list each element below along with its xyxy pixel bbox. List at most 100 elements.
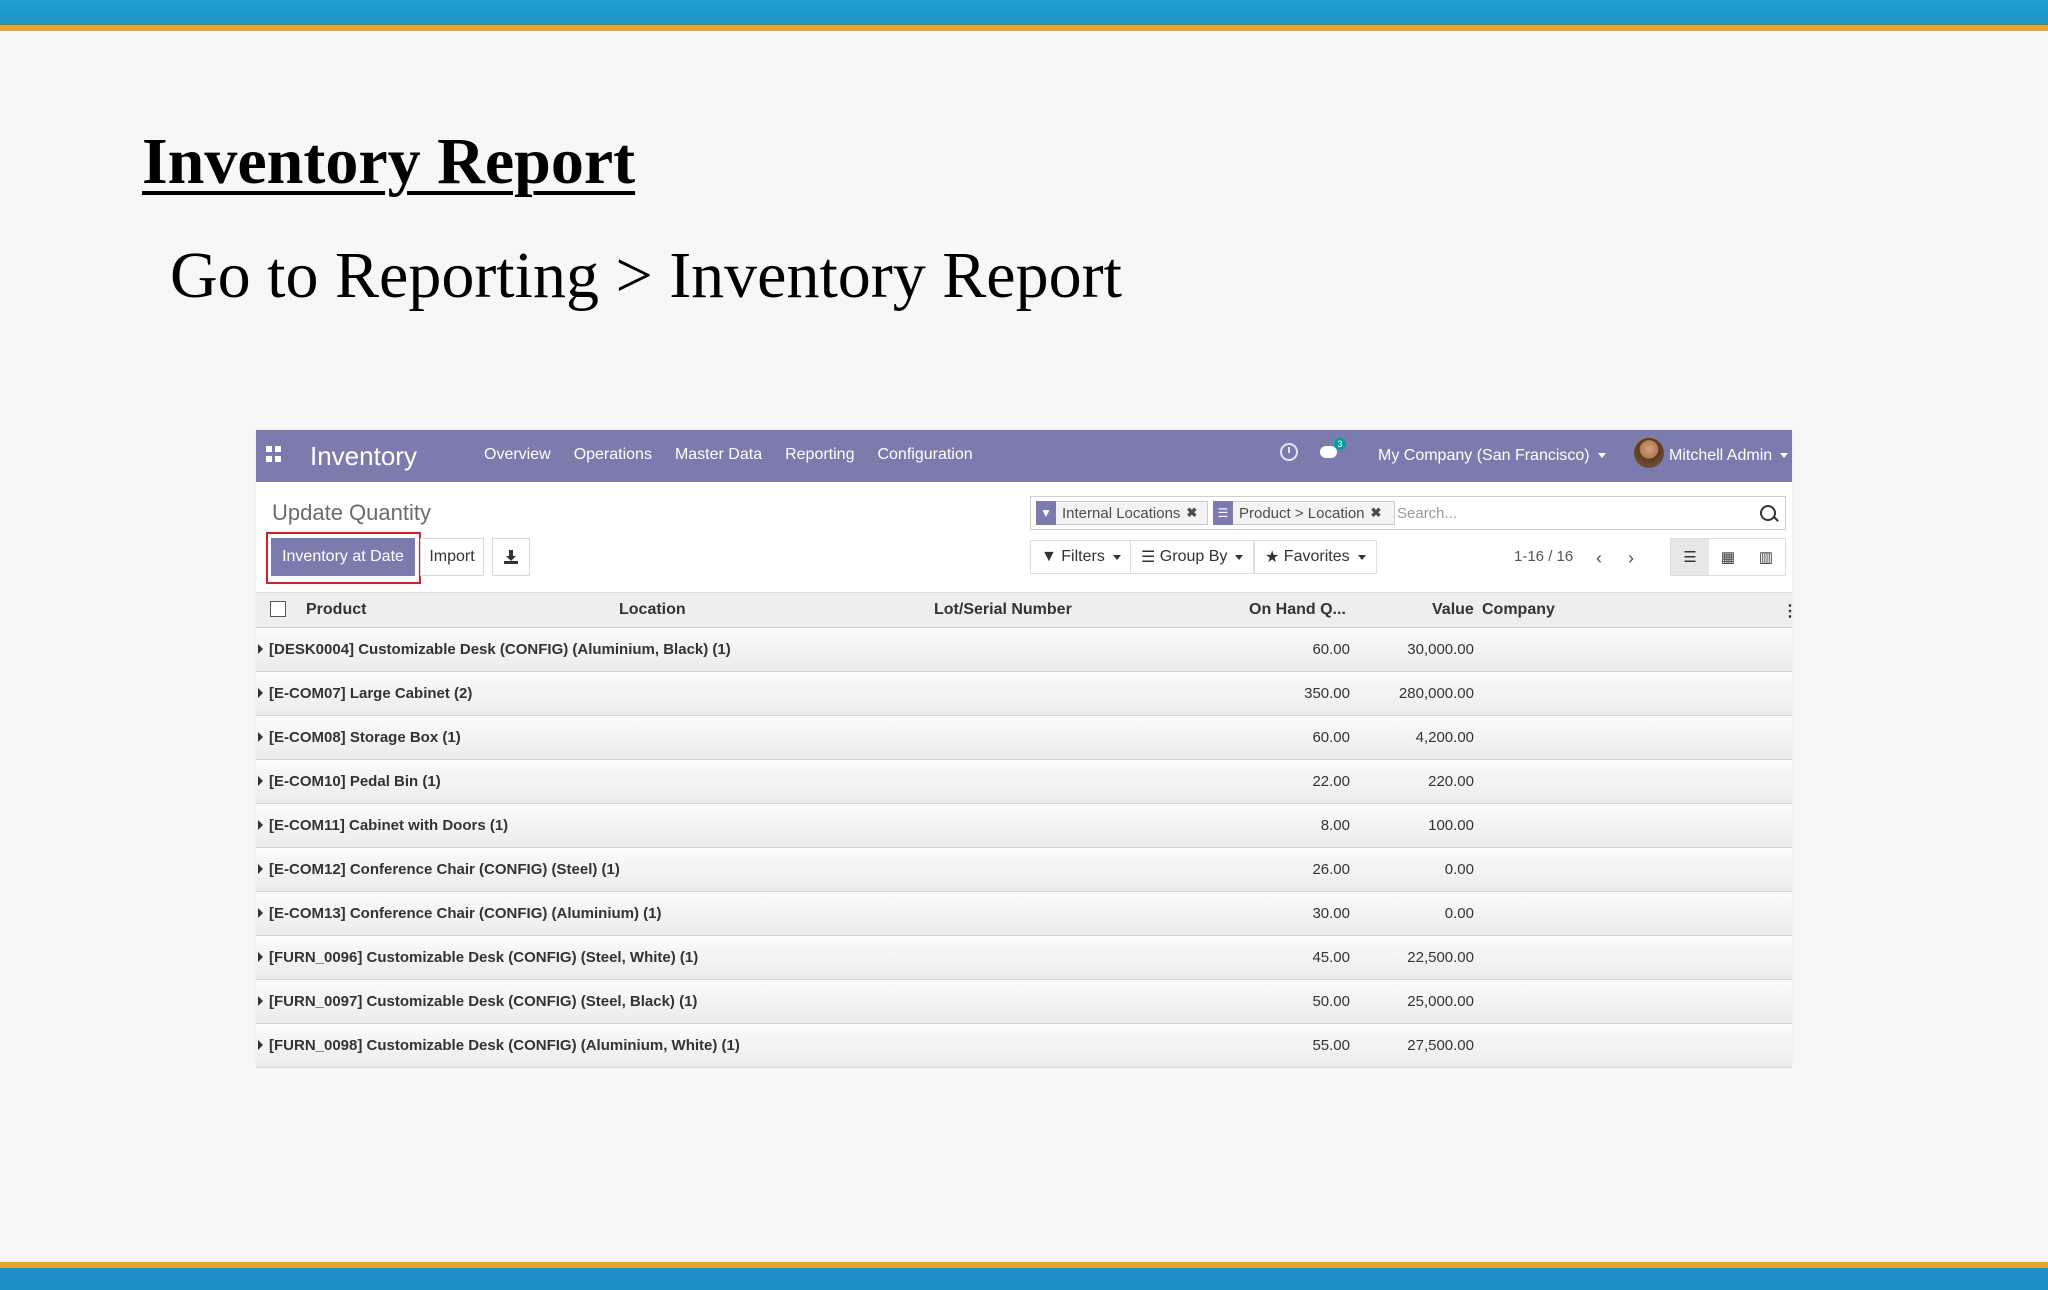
- facet-label: Internal Locations: [1062, 504, 1181, 522]
- row-product: [FURN_0096] Customizable Desk (CONFIG) (…: [269, 949, 699, 966]
- remove-facet-icon[interactable]: ✖: [1186, 505, 1197, 521]
- table-row[interactable]: [E-COM08] Storage Box (1) 60.00 4,200.00: [256, 716, 1792, 760]
- row-on-hand: 22.00: [1312, 773, 1350, 790]
- group-by-icon: ☰: [1141, 549, 1160, 566]
- table-header: Product Location Lot/Serial Number On Ha…: [256, 592, 1798, 628]
- row-on-hand: 60.00: [1312, 641, 1350, 658]
- table-row[interactable]: [FURN_0097] Customizable Desk (CONFIG) (…: [256, 980, 1792, 1024]
- row-value: 27,500.00: [1407, 1037, 1474, 1054]
- menu-operations[interactable]: Operations: [574, 446, 652, 464]
- download-button[interactable]: [492, 538, 530, 576]
- expand-caret-icon: [258, 1040, 263, 1050]
- list-view-icon[interactable]: ☰: [1671, 539, 1709, 575]
- company-switcher[interactable]: My Company (San Francisco): [1378, 447, 1606, 465]
- expand-caret-icon: [258, 952, 263, 962]
- chat-icon[interactable]: 3: [1320, 438, 1346, 460]
- table-row[interactable]: [E-COM11] Cabinet with Doors (1) 8.00 100.…: [256, 804, 1792, 848]
- user-name: Mitchell Admin: [1669, 447, 1773, 464]
- app-brand[interactable]: Inventory: [310, 441, 417, 472]
- menu-reporting[interactable]: Reporting: [785, 446, 854, 464]
- expand-caret-icon: [258, 820, 263, 830]
- company-name: My Company (San Francisco): [1378, 447, 1590, 464]
- download-icon: [504, 550, 518, 564]
- menu-master-data[interactable]: Master Data: [675, 446, 762, 464]
- group-by-icon: ☰: [1213, 501, 1233, 525]
- select-all-checkbox[interactable]: [270, 601, 286, 617]
- slide-top-band: [0, 0, 2048, 31]
- row-value: 0.00: [1444, 905, 1474, 922]
- search-icon[interactable]: [1760, 505, 1776, 521]
- column-location[interactable]: Location: [619, 601, 686, 619]
- column-options-icon[interactable]: ⋮: [1782, 601, 1798, 621]
- expand-caret-icon: [258, 732, 263, 742]
- avatar[interactable]: [1634, 438, 1664, 468]
- remove-facet-icon[interactable]: ✖: [1371, 505, 1382, 521]
- row-on-hand: 8.00: [1320, 817, 1350, 834]
- row-product: [E-COM12] Conference Chair (CONFIG) (Ste…: [269, 861, 620, 878]
- table-row[interactable]: [E-COM10] Pedal Bin (1) 22.00 220.00: [256, 760, 1792, 804]
- slide-subtitle: Go to Reporting > Inventory Report: [170, 239, 1122, 312]
- row-product: [E-COM08] Storage Box (1): [269, 729, 461, 746]
- group-by-label: Group By: [1159, 548, 1228, 565]
- pager-previous-icon[interactable]: ‹: [1596, 548, 1602, 569]
- menu-configuration[interactable]: Configuration: [877, 446, 972, 464]
- graph-view-icon[interactable]: ▥: [1747, 539, 1785, 575]
- filters-dropdown[interactable]: ▼ Filters: [1030, 540, 1132, 574]
- row-value: 220.00: [1428, 773, 1474, 790]
- column-on-hand[interactable]: On Hand Q...: [1249, 601, 1346, 619]
- chevron-down-icon: [1235, 554, 1244, 560]
- table-row[interactable]: [E-COM12] Conference Chair (CONFIG) (Ste…: [256, 848, 1792, 892]
- row-value: 280,000.00: [1398, 685, 1474, 702]
- group-by-dropdown[interactable]: ☰ Group By: [1130, 540, 1255, 574]
- row-value: 30,000.00: [1407, 641, 1474, 658]
- chevron-down-icon: [1357, 554, 1366, 560]
- chevron-down-icon: [1597, 453, 1606, 459]
- column-value[interactable]: Value: [1432, 601, 1474, 619]
- pivot-view-icon[interactable]: ▦: [1709, 539, 1747, 575]
- main-menu: Overview Operations Master Data Reportin…: [484, 446, 973, 464]
- expand-caret-icon: [258, 996, 263, 1006]
- facet-label: Product > Location: [1239, 504, 1365, 522]
- top-navbar: Inventory Overview Operations Master Dat…: [256, 430, 1792, 482]
- search-input[interactable]: Search...: [1397, 505, 1457, 522]
- row-on-hand: 26.00: [1312, 861, 1350, 878]
- activity-clock-icon[interactable]: [1280, 443, 1298, 461]
- pager-value[interactable]: 1-16 / 16: [1514, 548, 1573, 565]
- column-lot-serial[interactable]: Lot/Serial Number: [934, 601, 1072, 619]
- filters-label: Filters: [1061, 548, 1105, 565]
- menu-overview[interactable]: Overview: [484, 446, 551, 464]
- star-icon: ★: [1265, 549, 1284, 566]
- table-row[interactable]: [E-COM13] Conference Chair (CONFIG) (Alu…: [256, 892, 1792, 936]
- row-value: 100.00: [1428, 817, 1474, 834]
- slide-title: Inventory Report: [142, 125, 636, 198]
- row-value: 0.00: [1444, 861, 1474, 878]
- row-product: [FURN_0098] Customizable Desk (CONFIG) (…: [269, 1037, 740, 1054]
- slide-bottom-band: [0, 1262, 2048, 1290]
- user-menu[interactable]: Mitchell Admin: [1669, 447, 1789, 465]
- filter-icon: ▼: [1036, 501, 1056, 525]
- row-product: [E-COM10] Pedal Bin (1): [269, 773, 441, 790]
- row-product: [E-COM11] Cabinet with Doors (1): [269, 817, 509, 834]
- row-on-hand: 45.00: [1312, 949, 1350, 966]
- row-value: 25,000.00: [1407, 993, 1474, 1010]
- row-product: [E-COM07] Large Cabinet (2): [269, 685, 473, 702]
- row-value: 4,200.00: [1415, 729, 1474, 746]
- favorites-dropdown[interactable]: ★ Favorites: [1254, 540, 1377, 574]
- expand-caret-icon: [258, 644, 263, 654]
- expand-caret-icon: [258, 908, 263, 918]
- column-company[interactable]: Company: [1482, 601, 1555, 619]
- row-product: [FURN_0097] Customizable Desk (CONFIG) (…: [269, 993, 698, 1010]
- highlight-box: [266, 532, 421, 584]
- column-product[interactable]: Product: [306, 601, 366, 619]
- table-row[interactable]: [E-COM07] Large Cabinet (2) 350.00 280,000…: [256, 672, 1792, 716]
- favorites-label: Favorites: [1283, 548, 1350, 565]
- apps-menu-icon[interactable]: [266, 446, 282, 462]
- row-on-hand: 30.00: [1312, 905, 1350, 922]
- import-button[interactable]: Import: [420, 538, 484, 576]
- expand-caret-icon: [258, 688, 263, 698]
- chevron-down-icon: [1780, 453, 1789, 459]
- table-row[interactable]: [DESK0004] Customizable Desk (CONFIG) (A…: [256, 628, 1792, 672]
- table-row[interactable]: [FURN_0098] Customizable Desk (CONFIG) (…: [256, 1024, 1792, 1068]
- table-row[interactable]: [FURN_0096] Customizable Desk (CONFIG) (…: [256, 936, 1792, 980]
- pager-next-icon[interactable]: ›: [1628, 548, 1634, 569]
